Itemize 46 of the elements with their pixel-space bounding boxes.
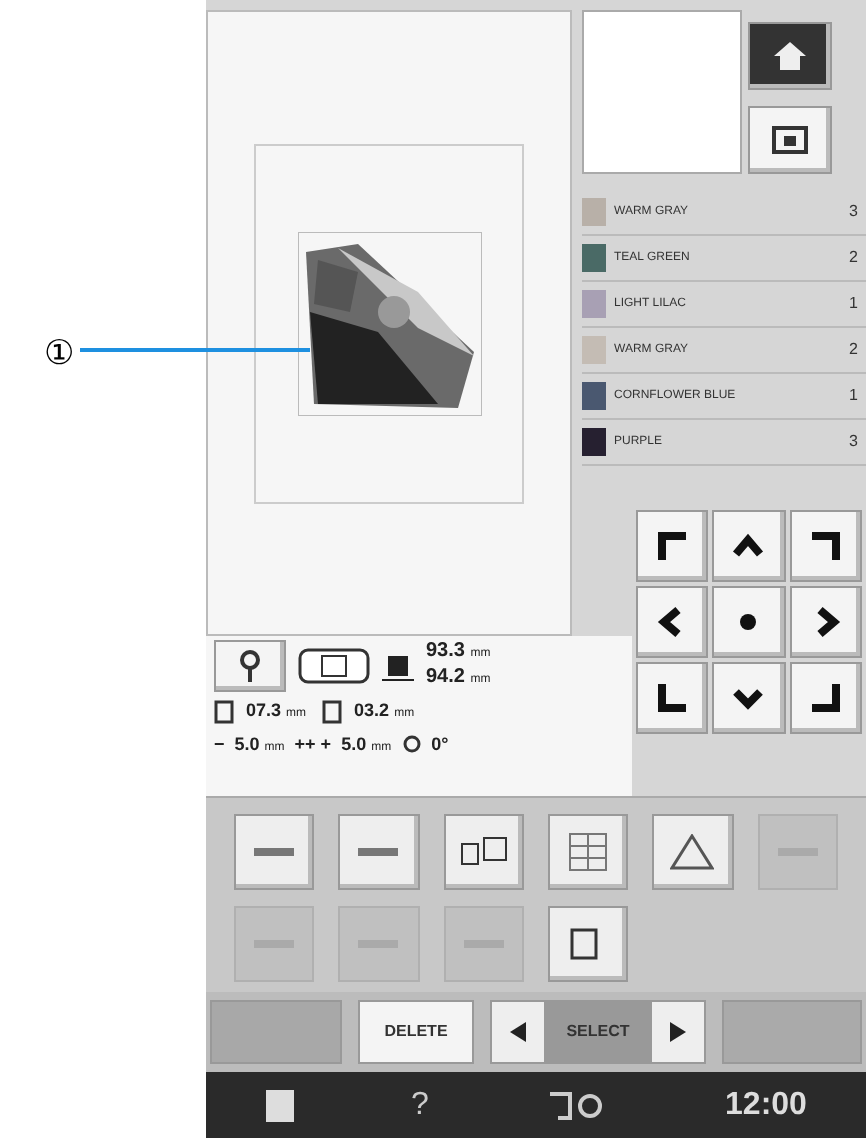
plus-sign: ++ + [294,731,332,757]
edit-button[interactable] [443,814,524,890]
move-button[interactable] [712,662,786,734]
select-label: SELECT [544,1002,652,1062]
pin-icon [240,650,260,682]
stitch-count: 3 [849,200,858,224]
right-arrow-icon [670,1022,686,1042]
angle-value: 0° [431,731,449,757]
rotate-icon [401,734,422,755]
label-icon [358,848,399,856]
move-button[interactable] [789,510,862,582]
center-button[interactable] [712,586,786,658]
callout-number: ① [44,332,74,376]
frame-icon [298,648,370,684]
document-icon [265,1089,294,1121]
position-icon [322,699,343,724]
minus-sign: − [214,731,225,757]
clock-time: 12:00 [725,1085,807,1125]
pin-button[interactable] [214,640,286,692]
help-button[interactable]: ? [411,1081,429,1129]
home-button[interactable] [748,22,832,90]
move-button[interactable] [636,586,709,658]
delete-button[interactable]: DELETE [358,1000,474,1064]
warning-icon [670,834,715,870]
move-button[interactable] [712,510,786,582]
move-button[interactable] [789,586,862,658]
window-icon [772,126,808,154]
edit-button[interactable] [652,814,734,890]
move-button[interactable] [789,662,862,734]
move-button[interactable] [636,662,709,734]
stitch-count: 1 [849,384,858,408]
stitch-count: 2 [849,246,858,270]
stitch-count: 2 [849,338,858,362]
stitch-count: 3 [849,430,858,454]
next-button[interactable] [652,1002,704,1062]
label-icon [254,848,295,856]
move-button[interactable] [636,510,709,582]
size-icon [382,650,414,682]
left-arrow-icon [510,1022,526,1042]
home-icon [774,42,806,70]
edit-button[interactable] [547,906,629,982]
preview-button[interactable] [748,106,832,174]
stitch-count: 1 [849,292,858,316]
previous-button[interactable] [492,1002,544,1062]
dot-icon [740,614,757,630]
position-icon [214,699,234,724]
